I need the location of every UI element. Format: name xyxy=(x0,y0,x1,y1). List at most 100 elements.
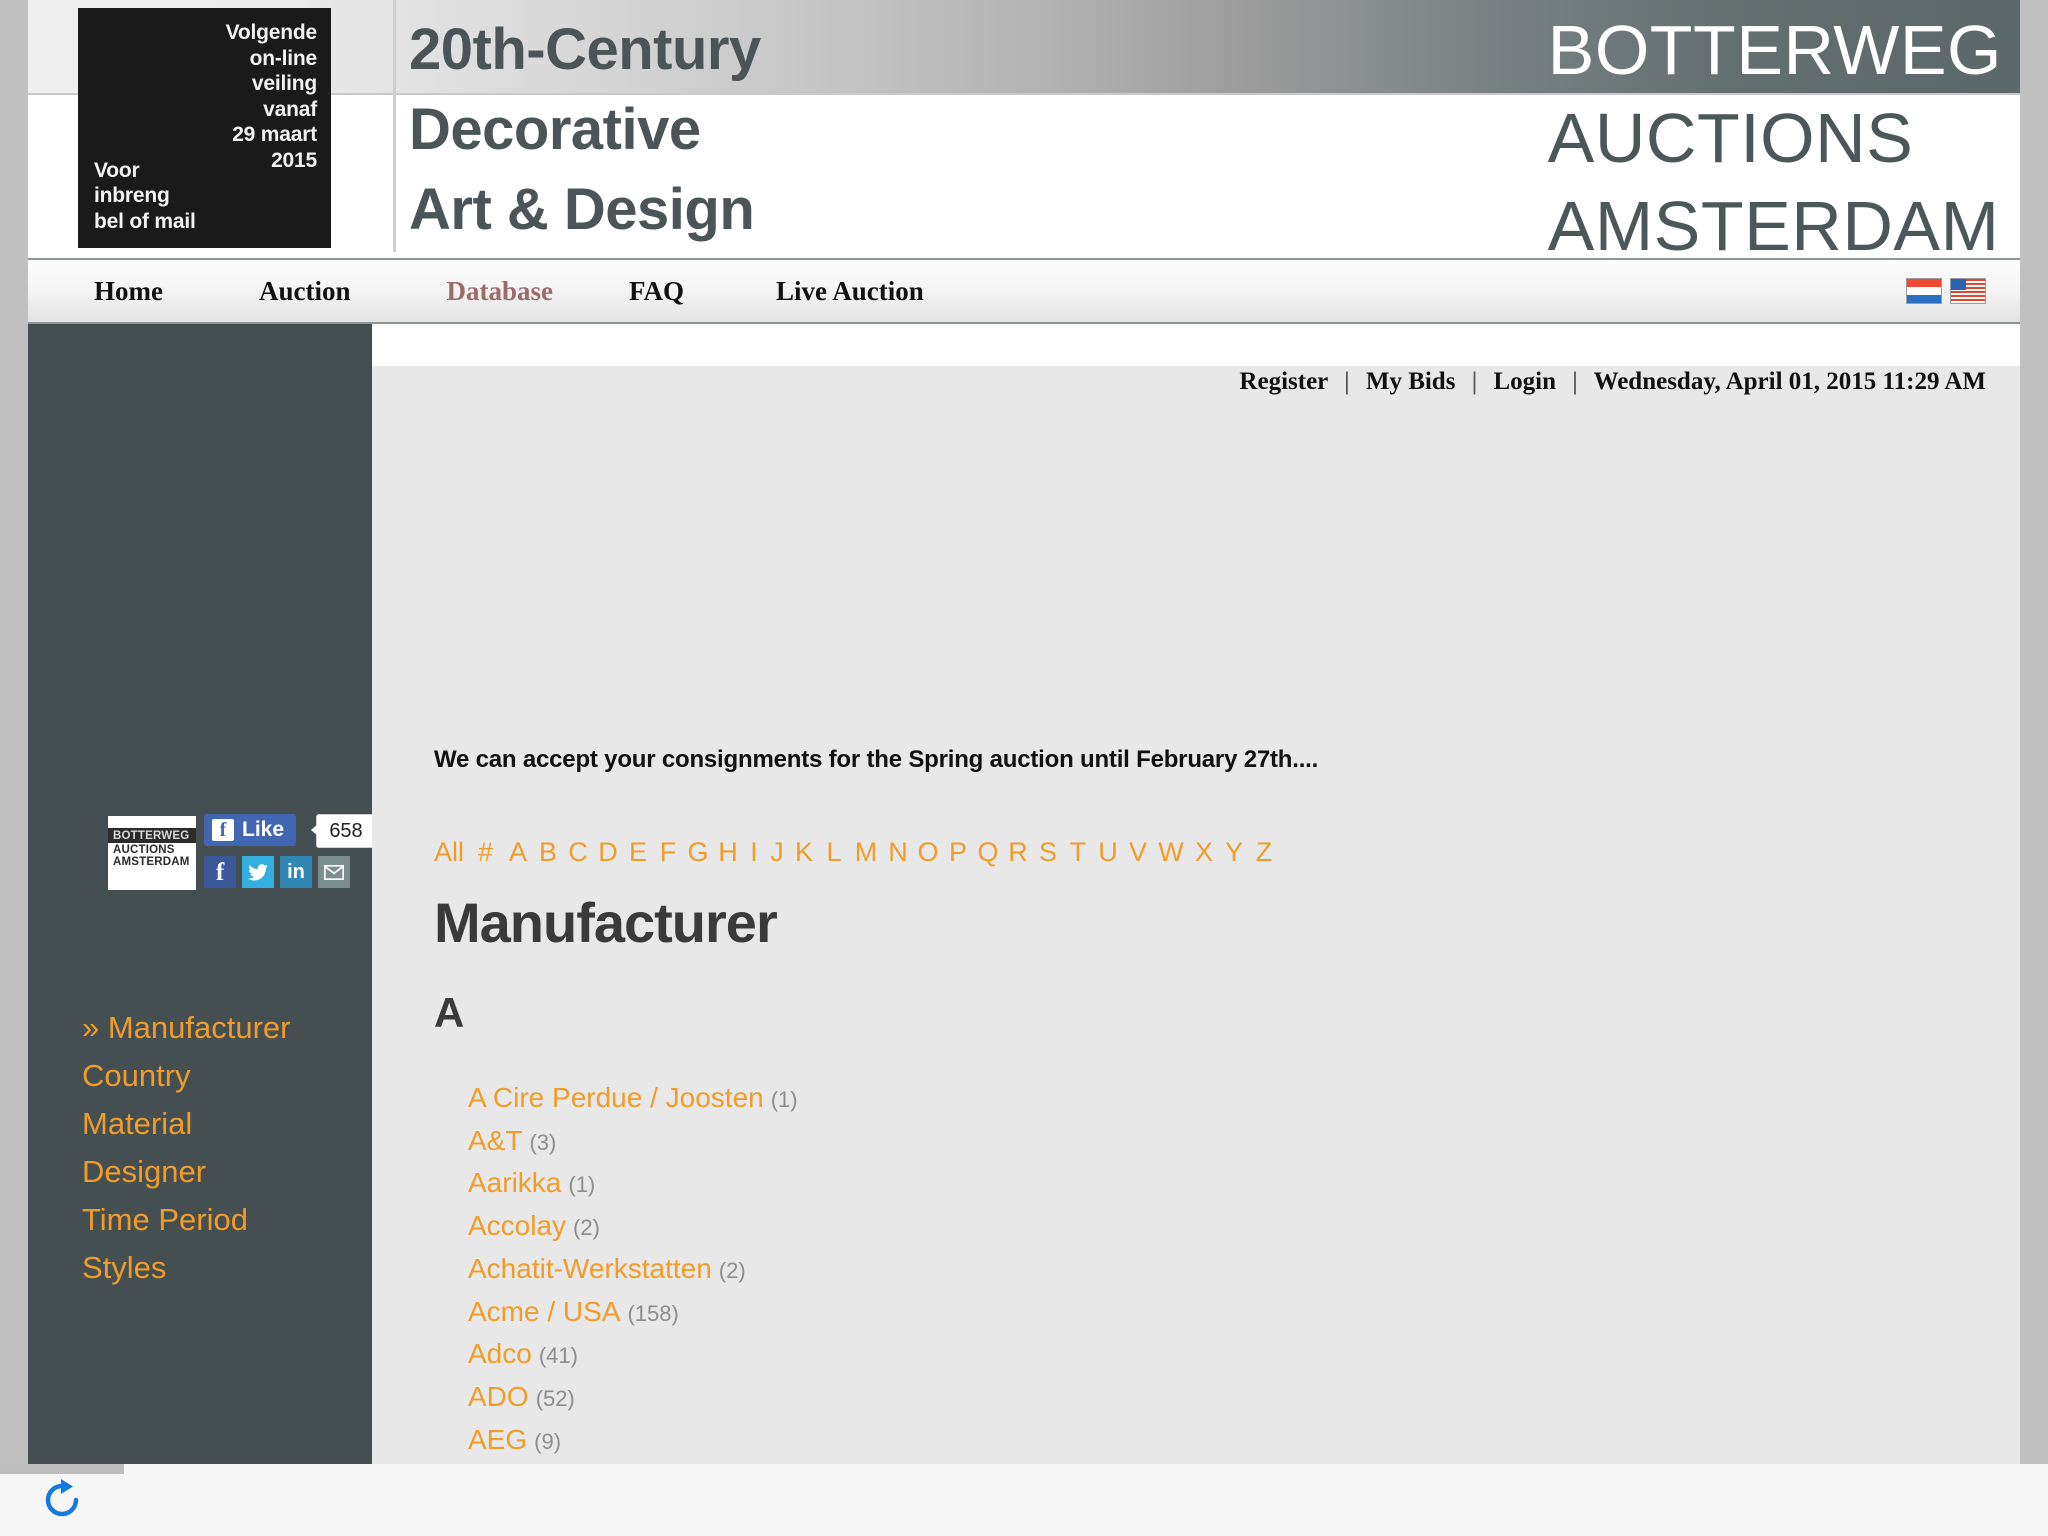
twitter-share-icon[interactable] xyxy=(242,856,274,888)
alpha-link-g[interactable]: G xyxy=(683,837,713,868)
alpha-link-k[interactable]: K xyxy=(789,837,819,868)
alpha-link-f[interactable]: F xyxy=(653,837,683,868)
nav-item-auction[interactable]: Auction xyxy=(259,276,351,307)
alpha-link-h[interactable]: H xyxy=(713,837,743,868)
alpha-link-v[interactable]: V xyxy=(1123,837,1153,868)
current-datetime: Wednesday, April 01, 2015 11:29 AM xyxy=(1593,368,1986,395)
manufacturer-link[interactable]: Acme / USA xyxy=(468,1296,620,1327)
sidebar-item-country[interactable]: Country xyxy=(82,1052,362,1100)
sidebar-logo-line-1: BOTTERWEG xyxy=(108,828,196,843)
manufacturer-list: A Cire Perdue / Joosten (1) A&T (3) Aarikk… xyxy=(468,1079,942,1464)
nav-item-live-auction[interactable]: Live Auction xyxy=(776,276,924,307)
alpha-link-c[interactable]: C xyxy=(563,837,593,868)
browser-viewport: Volgende on-line veiling vanaf 29 maart … xyxy=(0,0,2048,1536)
alpha-link-p[interactable]: P xyxy=(943,837,973,868)
list-item: AEG (9) xyxy=(468,1421,942,1464)
brand-logo[interactable]: BOTTERWEG AUCTIONS AMSTERDAM xyxy=(1548,6,2002,258)
facebook-share-icon[interactable]: f xyxy=(204,856,236,888)
list-item: Achatit-Werkstatten (2) xyxy=(468,1250,942,1293)
alpha-link-s[interactable]: S xyxy=(1033,837,1063,868)
manufacturer-count: (52) xyxy=(535,1385,575,1411)
content-top-strip xyxy=(372,324,2020,366)
alpha-link-w[interactable]: W xyxy=(1153,837,1189,868)
login-link[interactable]: Login xyxy=(1493,368,1556,395)
promo-line: on-line xyxy=(249,46,318,70)
page-frame: Volgende on-line veiling vanaf 29 maart … xyxy=(28,0,2020,1464)
alpha-link-o[interactable]: O xyxy=(913,837,943,868)
my-bids-link[interactable]: My Bids xyxy=(1366,368,1456,395)
manufacturer-count: (3) xyxy=(529,1129,557,1155)
promo-line: inbreng xyxy=(94,184,170,207)
language-flags xyxy=(1906,278,1986,304)
nav-item-faq[interactable]: FAQ xyxy=(629,276,684,307)
manufacturer-count: (2) xyxy=(718,1257,746,1283)
account-bar: Register | My Bids | Login | Wednesday, … xyxy=(1239,368,1986,396)
reload-icon[interactable] xyxy=(40,1478,84,1522)
flag-netherlands-icon[interactable] xyxy=(1906,278,1942,304)
sidebar-logo: BOTTERWEG AUCTIONS AMSTERDAM xyxy=(108,816,196,890)
sidebar-item-manufacturer[interactable]: » Manufacturer xyxy=(82,1004,362,1052)
manufacturer-count: (41) xyxy=(538,1343,578,1369)
manufacturer-count: (158) xyxy=(627,1300,679,1326)
alpha-link-t[interactable]: T xyxy=(1063,837,1093,868)
alpha-link-j[interactable]: J xyxy=(765,837,789,868)
facebook-like-button[interactable]: f Like xyxy=(204,814,297,846)
alpha-link-u[interactable]: U xyxy=(1093,837,1123,868)
nav-item-home[interactable]: Home xyxy=(94,276,163,307)
manufacturer-link[interactable]: Accolay xyxy=(468,1210,566,1241)
alpha-link-q[interactable]: Q xyxy=(973,837,1003,868)
alpha-link-l[interactable]: L xyxy=(819,837,849,868)
list-item: Accolay (2) xyxy=(468,1207,942,1250)
manufacturer-link[interactable]: Adco xyxy=(468,1338,532,1369)
manufacturer-link[interactable]: Achatit-Werkstatten xyxy=(468,1253,712,1284)
brand-line-amsterdam: AMSTERDAM xyxy=(1547,187,2000,258)
sidebar-item-material[interactable]: Material xyxy=(82,1100,362,1148)
alpha-link-m[interactable]: M xyxy=(849,837,883,868)
sidebar-item-designer[interactable]: Designer xyxy=(82,1148,362,1196)
brand-line-auctions: AUCTIONS xyxy=(1547,99,1914,177)
share-buttons: f in xyxy=(204,856,350,888)
promo-line: veiling xyxy=(251,72,317,95)
manufacturer-link[interactable]: Aarikka xyxy=(468,1167,561,1198)
promo-line: Voor xyxy=(94,158,140,182)
left-sidebar: BOTTERWEG AUCTIONS AMSTERDAM f Like 658 … xyxy=(28,324,376,1464)
alpha-link-z[interactable]: Z xyxy=(1249,837,1279,868)
nav-item-database[interactable]: Database xyxy=(447,276,554,307)
promo-line: 2015 xyxy=(271,148,317,172)
linkedin-share-icon[interactable]: in xyxy=(280,856,312,888)
alpha-link-a[interactable]: A xyxy=(503,837,533,868)
manufacturer-link[interactable]: AEG xyxy=(468,1424,527,1455)
account-separator: | xyxy=(1471,368,1478,395)
account-separator: | xyxy=(1572,368,1578,395)
promo-line: Volgende xyxy=(225,21,318,44)
headline-line-1: 20th-Century xyxy=(409,17,761,82)
manufacturer-link[interactable]: A Cire Perdue / Joosten xyxy=(468,1082,764,1113)
email-share-icon[interactable] xyxy=(318,856,350,888)
promo-box[interactable]: Volgende on-line veiling vanaf 29 maart … xyxy=(78,8,331,248)
sidebar-item-time-period[interactable]: Time Period xyxy=(82,1196,362,1244)
register-link[interactable]: Register xyxy=(1239,368,1327,395)
manufacturer-link[interactable]: A&T xyxy=(468,1125,522,1156)
flag-usa-icon[interactable] xyxy=(1950,278,1986,304)
main-content: Register | My Bids | Login | Wednesday, … xyxy=(372,324,2020,1464)
account-separator: | xyxy=(1344,368,1350,395)
alpha-link-i[interactable]: I xyxy=(743,837,765,868)
site-header: Volgende on-line veiling vanaf 29 maart … xyxy=(28,0,2020,258)
header-vertical-rule xyxy=(393,0,396,252)
alpha-link-x[interactable]: X xyxy=(1189,837,1219,868)
alpha-link-hash[interactable]: # xyxy=(478,837,493,868)
sidebar-item-styles[interactable]: Styles xyxy=(82,1244,362,1292)
alpha-link-all[interactable]: All xyxy=(434,837,464,868)
alpha-link-r[interactable]: R xyxy=(1003,837,1033,868)
alpha-link-e[interactable]: E xyxy=(623,837,653,868)
alpha-link-y[interactable]: Y xyxy=(1219,837,1249,868)
headline-line-3: Art & Design xyxy=(409,177,755,242)
alpha-link-d[interactable]: D xyxy=(593,837,623,868)
manufacturer-count: (9) xyxy=(534,1428,562,1454)
alpha-link-b[interactable]: B xyxy=(533,837,563,868)
alpha-link-n[interactable]: N xyxy=(883,837,913,868)
browser-bottom-tab xyxy=(0,1464,124,1474)
sidebar-nav: » Manufacturer Country Material Designer… xyxy=(82,1004,362,1292)
manufacturer-link[interactable]: ADO xyxy=(468,1381,529,1412)
facebook-like-count: 658 xyxy=(311,814,376,848)
